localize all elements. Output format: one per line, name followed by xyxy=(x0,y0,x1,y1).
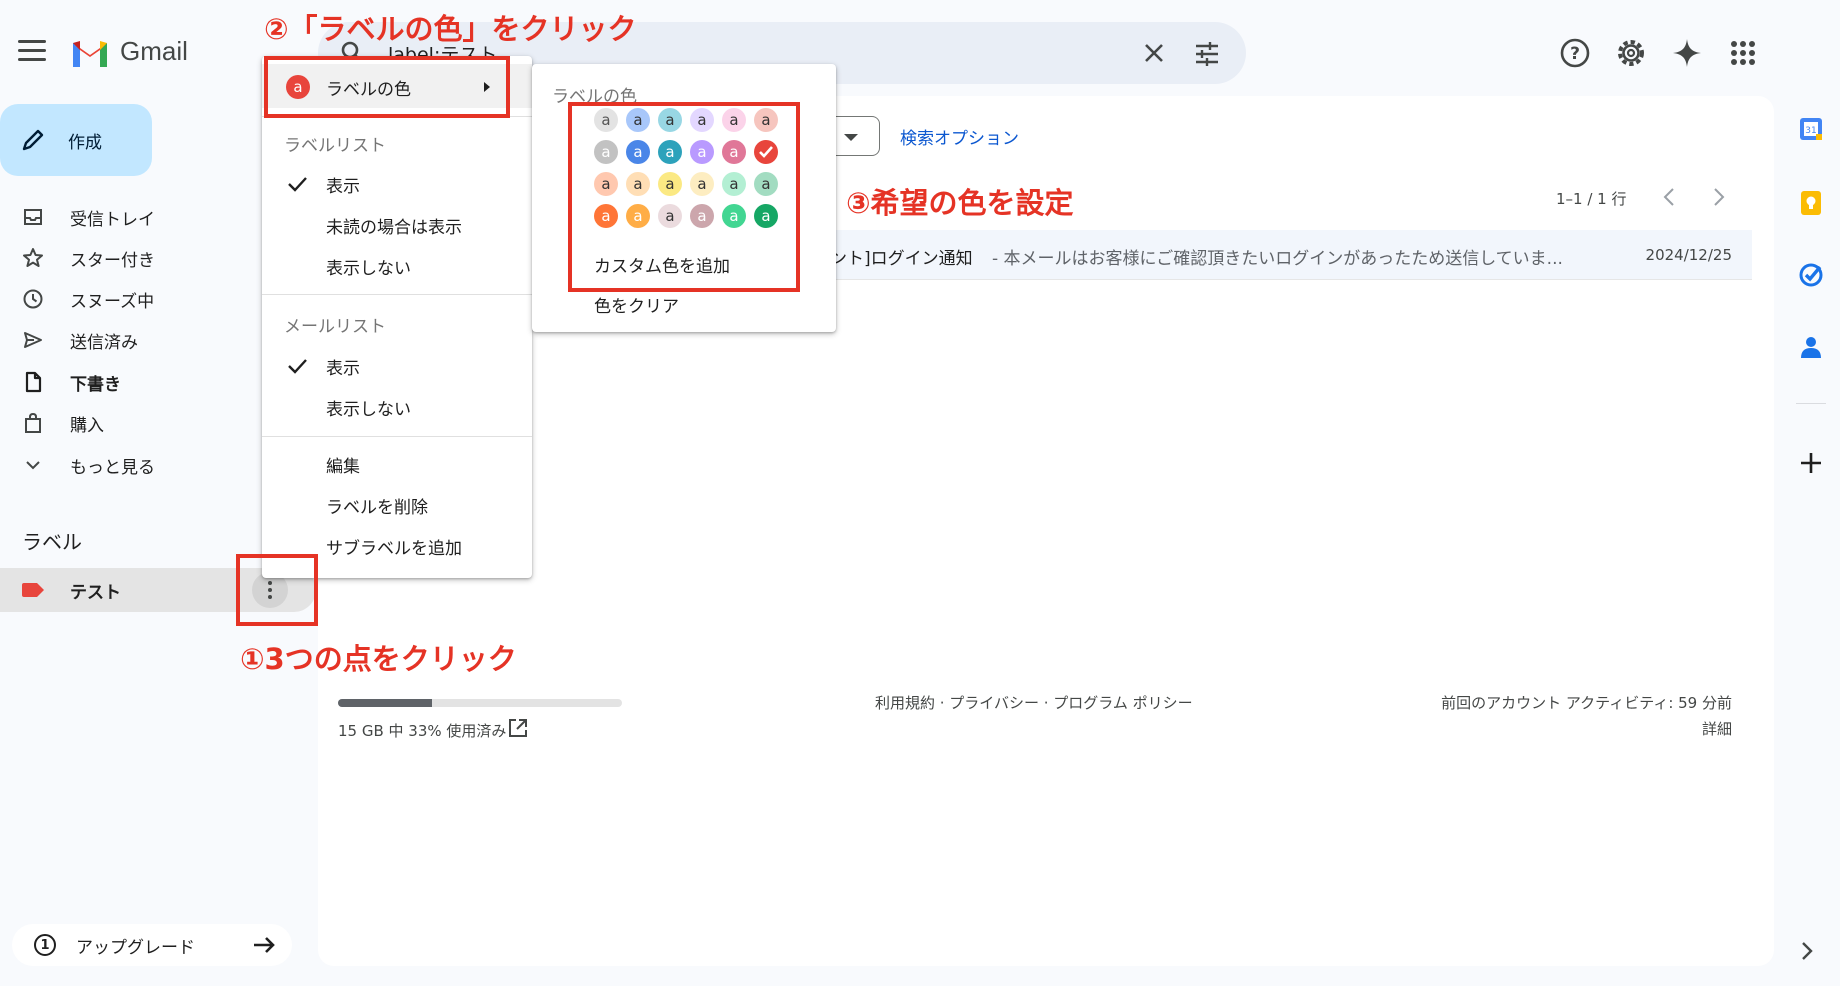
pencil-icon xyxy=(22,129,44,151)
edit-label-item[interactable]: 編集 xyxy=(262,444,532,484)
purchase-bag-icon xyxy=(25,412,41,433)
sidebar-item-0[interactable]: 受信トレイ xyxy=(0,198,250,236)
menu-divider xyxy=(262,436,532,437)
last-account-activity: 前回のアカウント アクティビティ: 59 分前 xyxy=(1441,694,1732,712)
storage-usage-text: 15 GB 中 33% 使用済み xyxy=(338,722,507,740)
keep-icon[interactable] xyxy=(1798,190,1824,216)
chevron-left-icon[interactable] xyxy=(1660,186,1678,208)
menu-item-text: ラベルを削除 xyxy=(326,497,428,518)
settings-gear-icon[interactable] xyxy=(1614,36,1648,70)
mail-list-show-item[interactable]: 表示 xyxy=(262,346,532,386)
compose-label: 作成 xyxy=(68,132,102,153)
add-addon-plus-icon[interactable] xyxy=(1798,450,1824,476)
menu-item-text: 表示しない xyxy=(326,399,411,420)
clear-color-item[interactable]: 色をクリア xyxy=(594,292,679,317)
dropdown-triangle-icon xyxy=(844,134,858,141)
draft-icon xyxy=(25,371,42,393)
storage-fill xyxy=(338,699,432,707)
menu-item-text: 表示しない xyxy=(326,258,411,279)
calendar-icon[interactable]: 31 xyxy=(1798,116,1824,142)
menu-item-text: 未読の場合は表示 xyxy=(326,217,462,238)
activity-details-link[interactable]: 詳細 xyxy=(1702,718,1732,739)
label-item-name: テスト xyxy=(70,582,121,603)
svg-text:31: 31 xyxy=(1805,126,1816,136)
chevron-down-icon xyxy=(26,461,40,470)
menu-item-text: サブラベルを追加 xyxy=(326,538,462,559)
mail-list-heading: メールリスト xyxy=(284,317,386,337)
upgrade-number-badge: 1 xyxy=(34,934,56,956)
mail-subject: ント]ログイン通知 xyxy=(830,249,973,269)
menu-item-text: 表示 xyxy=(326,176,360,197)
annotation-step1: ①3つの点をクリック xyxy=(240,642,517,676)
arrow-right-icon xyxy=(254,937,275,953)
menu-item-text: 編集 xyxy=(326,456,360,477)
upgrade-label: アップグレード xyxy=(76,937,195,958)
search-options-link[interactable]: 検索オプション xyxy=(900,124,1019,149)
sidebar-item-label: もっと見る xyxy=(70,457,155,478)
label-tag-icon xyxy=(22,583,44,597)
sidebar-item-label: 送信済み xyxy=(70,332,138,353)
google-apps-grid-icon[interactable] xyxy=(1726,36,1760,70)
svg-text:?: ? xyxy=(1570,44,1580,64)
annotation-box-color-grid xyxy=(568,102,800,292)
sidebar-item-6[interactable]: もっと見る xyxy=(0,446,250,484)
label-options-menu: a ラベルの色 ラベルリスト 表示 未読の場合は表示 表示しない メールリスト … xyxy=(262,56,532,578)
search-filters-icon[interactable] xyxy=(1194,41,1220,67)
sidebar-item-label: 下書き xyxy=(70,374,121,395)
label-list-show-if-unread-item[interactable]: 未読の場合は表示 xyxy=(262,205,532,245)
sidebar-item-label: スヌーズ中 xyxy=(70,291,155,312)
gmail-logo[interactable]: Gmail xyxy=(70,36,188,67)
annotation-box-kebab xyxy=(236,554,318,626)
gmail-m-icon xyxy=(73,40,107,67)
delete-label-item[interactable]: ラベルを削除 xyxy=(262,485,532,525)
open-external-icon[interactable] xyxy=(508,718,528,738)
annotation-step3: ③希望の色を設定 xyxy=(846,186,1074,220)
sidebar-item-5[interactable]: 購入 xyxy=(0,404,250,442)
expand-side-panel-chevron-icon[interactable] xyxy=(1798,940,1816,962)
mail-list-hide-item[interactable]: 表示しない xyxy=(262,387,532,427)
tasks-icon[interactable] xyxy=(1798,262,1824,288)
footer-links[interactable]: 利用規約 · プライバシー · プログラム ポリシー xyxy=(875,692,1193,713)
sidebar-item-label: 受信トレイ xyxy=(70,209,155,230)
storage-bar xyxy=(338,699,622,707)
check-icon xyxy=(288,359,307,374)
main-menu-icon[interactable] xyxy=(18,40,46,62)
contacts-icon[interactable] xyxy=(1798,334,1824,360)
label-list-hide-item[interactable]: 表示しない xyxy=(262,246,532,286)
menu-item-text: 表示 xyxy=(326,358,360,379)
clear-search-icon[interactable] xyxy=(1142,41,1166,65)
mail-date: 2024/12/25 xyxy=(1645,246,1732,264)
sidebar-item-3[interactable]: 送信済み xyxy=(0,321,250,359)
menu-divider xyxy=(262,294,532,295)
app-name: Gmail xyxy=(120,36,188,66)
star-icon xyxy=(23,248,43,267)
check-icon xyxy=(288,177,307,192)
sidebar-item-2[interactable]: スヌーズ中 xyxy=(0,280,250,318)
send-icon xyxy=(24,332,42,348)
sidebar-item-label: スター付き xyxy=(70,250,155,271)
inbox-icon xyxy=(24,209,42,225)
labels-heading: ラベル xyxy=(22,530,82,554)
clock-icon xyxy=(23,289,43,309)
sidebar-item-1[interactable]: スター付き xyxy=(0,239,250,277)
pagination-count: 1–1 / 1 行 xyxy=(1556,190,1627,208)
annotation-step2: ②「ラベルの色」をクリック xyxy=(264,12,637,46)
annotation-box-label-color xyxy=(264,56,510,118)
label-list-heading: ラベルリスト xyxy=(284,136,386,156)
side-panel-divider xyxy=(1796,403,1826,404)
chevron-right-icon[interactable] xyxy=(1710,186,1728,208)
help-icon[interactable]: ? xyxy=(1558,36,1592,70)
gemini-sparkle-icon[interactable] xyxy=(1670,36,1704,70)
upgrade-button[interactable]: 1 アップグレード xyxy=(12,924,292,966)
compose-button[interactable]: 作成 xyxy=(0,104,152,176)
sidebar-item-label: 購入 xyxy=(70,415,104,436)
label-list-show-item[interactable]: 表示 xyxy=(262,164,532,204)
sidebar-item-4[interactable]: 下書き xyxy=(0,363,250,401)
